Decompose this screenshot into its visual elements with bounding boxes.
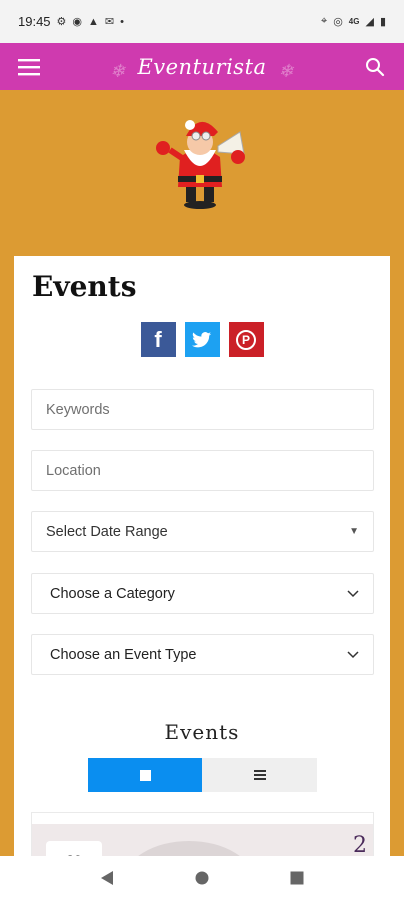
list-view-icon [253, 770, 266, 780]
recents-button[interactable] [277, 858, 317, 898]
category-value: Choose a Category [50, 585, 175, 602]
app-bar: ❄ Eventurista ❄ [0, 43, 404, 90]
snowflake-decoration-icon: ❄ [278, 60, 294, 82]
chevron-down-icon [347, 589, 359, 597]
search-button[interactable] [346, 43, 404, 90]
hotspot-icon: ◎ [333, 16, 343, 28]
grid-view-button[interactable] [88, 758, 202, 792]
status-bar: 19:45 ⚙ ◉ ▲ ✉ • ⌖ ◎ 4G ◢ ▮ [0, 0, 404, 43]
event-date-badge: 20 [46, 841, 102, 856]
battery-icon: ▮ [379, 16, 386, 28]
event-list-item[interactable]: 20 2 [31, 812, 374, 856]
system-nav-bar [0, 856, 404, 900]
event-type-value: Choose an Event Type [50, 646, 197, 663]
app-title: Eventurista [137, 54, 267, 79]
facebook-icon: f [154, 326, 162, 352]
back-button[interactable] [87, 858, 127, 898]
list-view-button[interactable] [202, 758, 317, 792]
twitter-icon [192, 331, 212, 347]
home-button[interactable] [182, 858, 222, 898]
home-circle-icon [195, 871, 209, 885]
warning-icon: ▲ [88, 15, 99, 28]
snowflake-decoration-icon: ❄ [110, 60, 126, 82]
location-input[interactable] [46, 462, 359, 479]
caret-down-icon: ▼ [349, 526, 359, 537]
mail-icon: ✉ [104, 16, 115, 28]
page-title: Events [32, 270, 137, 303]
share-twitter-button[interactable] [184, 322, 220, 357]
grid-view-icon [139, 769, 151, 781]
signal-icon: ◢ [365, 16, 374, 28]
events-card: Events f P Select Date Range ▼ Choose a … [14, 256, 390, 856]
keywords-input[interactable] [46, 401, 359, 418]
hamburger-menu-icon [18, 58, 40, 75]
pinterest-icon: P [236, 329, 256, 350]
date-range-select[interactable]: Select Date Range ▼ [31, 511, 374, 552]
menu-button[interactable] [0, 43, 58, 90]
network-type-label: 4G [348, 17, 360, 26]
search-icon [366, 57, 385, 76]
santa-mascot-image [140, 112, 260, 212]
share-facebook-button[interactable]: f [140, 322, 176, 357]
view-toggle [88, 758, 317, 792]
settings-gear-icon: ⚙ [56, 16, 67, 28]
event-type-select[interactable]: Choose an Event Type [31, 634, 374, 675]
share-buttons: f P [14, 322, 390, 357]
messenger-icon: ◉ [72, 16, 83, 28]
category-select[interactable]: Choose a Category [31, 573, 374, 614]
status-time: 19:45 [18, 14, 51, 29]
date-range-value: Select Date Range [46, 523, 168, 540]
section-title: Events [164, 720, 240, 744]
recents-square-icon [290, 871, 304, 885]
chevron-down-icon [347, 650, 359, 658]
share-pinterest-button[interactable]: P [228, 322, 264, 357]
location-field[interactable] [31, 450, 374, 491]
app-title-container: ❄ Eventurista ❄ [58, 54, 346, 82]
event-logo-badge: 2 [353, 833, 367, 856]
notification-dot-icon: • [120, 15, 124, 28]
keywords-field[interactable] [31, 389, 374, 430]
location-icon: ⌖ [320, 15, 328, 27]
back-triangle-icon [101, 871, 114, 885]
